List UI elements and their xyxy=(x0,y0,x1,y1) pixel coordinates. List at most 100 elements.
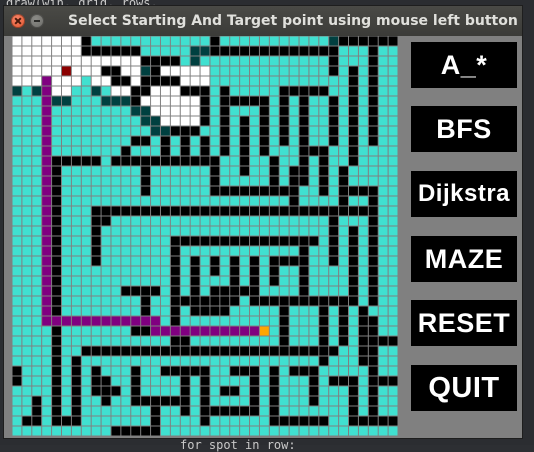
grid-cell-barrier[interactable] xyxy=(250,286,259,296)
grid-cell-open[interactable] xyxy=(388,186,398,196)
grid-cell-open[interactable] xyxy=(240,256,250,266)
grid-cell-open[interactable] xyxy=(180,416,190,426)
grid-cell-open[interactable] xyxy=(151,176,160,186)
grid-cell-open[interactable] xyxy=(12,196,22,206)
grid-cell-open[interactable] xyxy=(121,226,131,236)
grid-cell-barrier[interactable] xyxy=(349,206,358,216)
grid-cell-barrier[interactable] xyxy=(339,376,349,386)
grid-cell-barrier[interactable] xyxy=(91,346,101,356)
grid-cell-open[interactable] xyxy=(91,186,101,196)
grid-cell-open[interactable] xyxy=(388,266,398,276)
grid-cell-open[interactable] xyxy=(329,366,339,376)
grid-cell-open[interactable] xyxy=(81,286,91,296)
grid-cell-path[interactable] xyxy=(180,326,190,336)
grid-cell-barrier[interactable] xyxy=(309,346,319,356)
grid-canvas[interactable] xyxy=(12,36,398,436)
grid-cell-barrier[interactable] xyxy=(329,346,339,356)
grid-cell-open[interactable] xyxy=(230,226,240,236)
grid-cell-barrier[interactable] xyxy=(309,386,319,396)
grid-cell-open[interactable] xyxy=(32,106,42,116)
grid-cell-open[interactable] xyxy=(12,306,22,316)
grid-cell-open[interactable] xyxy=(378,256,388,266)
grid-cell-open[interactable] xyxy=(220,416,230,426)
grid-cell-open[interactable] xyxy=(309,76,319,86)
grid-cell-open[interactable] xyxy=(131,116,141,126)
grid-cell-closed[interactable] xyxy=(52,76,61,86)
grid-cell-barrier[interactable] xyxy=(131,286,141,296)
grid-cell-open[interactable] xyxy=(101,406,111,416)
grid-cell-open[interactable] xyxy=(289,356,299,366)
grid-cell-barrier[interactable] xyxy=(131,46,141,56)
grid-cell-open[interactable] xyxy=(378,46,388,56)
grid-cell-open[interactable] xyxy=(12,346,22,356)
grid-cell-open[interactable] xyxy=(12,356,22,366)
grid-cell-open[interactable] xyxy=(230,106,240,116)
grid-cell-open[interactable] xyxy=(240,36,250,46)
grid-cell-open[interactable] xyxy=(91,96,101,106)
grid-cell-open[interactable] xyxy=(180,356,190,366)
grid-cell-open[interactable] xyxy=(299,376,309,386)
grid-cell-open[interactable] xyxy=(230,166,240,176)
grid-cell-open[interactable] xyxy=(91,416,101,426)
grid-cell-open[interactable] xyxy=(32,326,42,336)
grid-cell-barrier[interactable] xyxy=(329,216,339,226)
grid-cell-open[interactable] xyxy=(200,286,210,296)
grid-cell-barrier[interactable] xyxy=(111,386,121,396)
grid-cell-closed[interactable] xyxy=(12,66,22,76)
grid-cell-open[interactable] xyxy=(22,176,32,186)
grid-cell-open[interactable] xyxy=(151,166,160,176)
grid-cell-open[interactable] xyxy=(121,326,131,336)
grid-cell-open[interactable] xyxy=(378,246,388,256)
grid-cell-open[interactable] xyxy=(141,146,151,156)
grid-cell-open[interactable] xyxy=(22,376,32,386)
grid-cell-barrier[interactable] xyxy=(299,206,309,216)
grid-cell-barrier[interactable] xyxy=(200,156,210,166)
grid-cell-open[interactable] xyxy=(61,126,71,136)
grid-cell-barrier[interactable] xyxy=(329,226,339,236)
grid-cell-open[interactable] xyxy=(358,286,368,296)
grid-cell-open[interactable] xyxy=(151,266,160,276)
grid-cell-barrier[interactable] xyxy=(240,206,250,216)
grid-cell-open[interactable] xyxy=(111,256,121,266)
grid-cell-closed[interactable] xyxy=(52,36,61,46)
grid-cell-open[interactable] xyxy=(339,366,349,376)
grid-cell-open[interactable] xyxy=(12,246,22,256)
grid-cell-closed[interactable] xyxy=(151,106,160,116)
grid-cell-open[interactable] xyxy=(329,326,339,336)
grid-cell-barrier[interactable] xyxy=(220,46,230,56)
grid-cell-barrier[interactable] xyxy=(250,206,259,216)
grid-cell-barrier[interactable] xyxy=(319,316,329,326)
grid-cell-open[interactable] xyxy=(71,236,81,246)
grid-cell-open[interactable] xyxy=(250,196,259,206)
grid-cell-barrier[interactable] xyxy=(240,286,250,296)
grid-cell-open[interactable] xyxy=(339,386,349,396)
grid-cell-barrier[interactable] xyxy=(190,206,200,216)
grid-cell-open[interactable] xyxy=(269,36,279,46)
grid-cell-open[interactable] xyxy=(309,226,319,236)
grid-cell-open[interactable] xyxy=(32,286,42,296)
grid-cell-open[interactable] xyxy=(22,246,32,256)
grid-cell-open[interactable] xyxy=(240,226,250,236)
grid-cell-path[interactable] xyxy=(42,266,52,276)
grid-cell-barrier[interactable] xyxy=(358,306,368,316)
grid-cell-open[interactable] xyxy=(91,266,101,276)
grid-cell-barrier[interactable] xyxy=(101,376,111,386)
grid-cell-barrier[interactable] xyxy=(368,136,378,146)
grid-cell-barrier[interactable] xyxy=(170,276,180,286)
grid-cell-open[interactable] xyxy=(378,386,388,396)
grid-cell-open[interactable] xyxy=(71,256,81,266)
grid-cell-barrier[interactable] xyxy=(309,416,319,426)
grid-cell-open[interactable] xyxy=(71,206,81,216)
grid-cell-barrier[interactable] xyxy=(319,356,329,366)
grid-cell-open[interactable] xyxy=(111,326,121,336)
grid-cell-open[interactable] xyxy=(319,366,329,376)
grid-cell-open[interactable] xyxy=(319,96,329,106)
grid-cell-open[interactable] xyxy=(12,276,22,286)
grid-cell-open[interactable] xyxy=(388,96,398,106)
grid-cell-open[interactable] xyxy=(289,76,299,86)
grid-cell-open[interactable] xyxy=(81,236,91,246)
grid-cell-open[interactable] xyxy=(329,156,339,166)
grid-cell-open[interactable] xyxy=(388,66,398,76)
grid-cell-barrier[interactable] xyxy=(259,186,269,196)
grid-cell-closed[interactable] xyxy=(101,56,111,66)
